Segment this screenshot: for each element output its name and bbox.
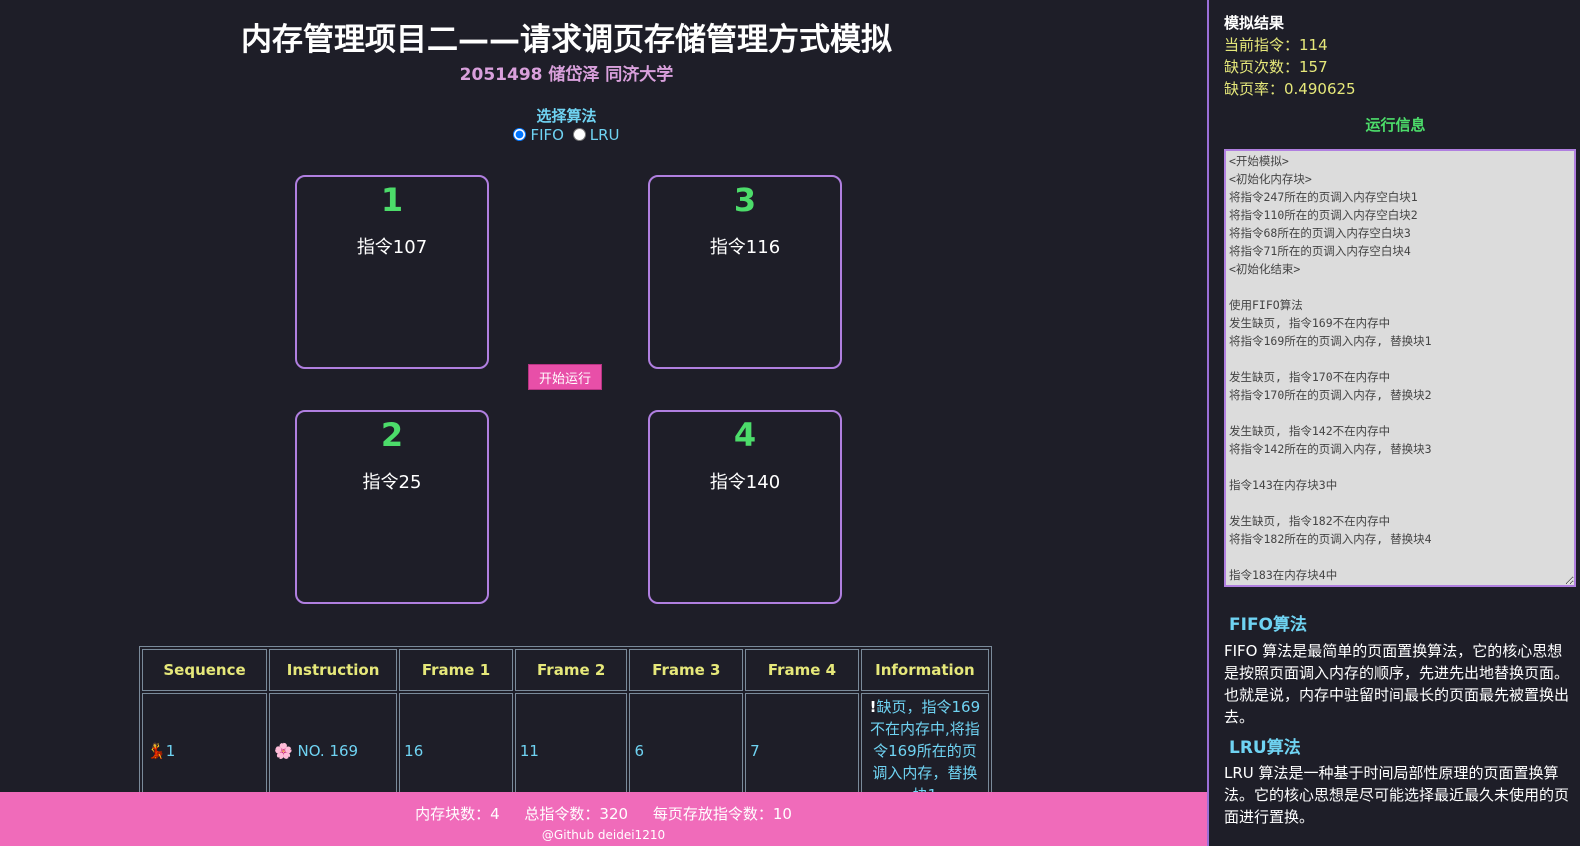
- frame-number: 3: [733, 181, 757, 219]
- frame-number: 2: [380, 416, 404, 454]
- column-header-sequence: Sequence: [142, 649, 268, 691]
- lru-radio[interactable]: [572, 128, 586, 141]
- algorithm-radio-group: FIFO LRU: [0, 126, 1133, 144]
- column-header-frame1: Frame 1: [399, 649, 513, 691]
- table-header-row: Sequence Instruction Frame 1 Frame 2 Fra…: [142, 649, 989, 691]
- column-header-instruction: Instruction: [269, 649, 398, 691]
- fifo-description: FIFO 算法是最简单的页面置换算法，它的核心思想是按照页面调入内存的顺序，先进…: [1224, 642, 1570, 726]
- memory-frame-1: 1 指令107: [295, 175, 489, 369]
- fifo-radio[interactable]: [513, 128, 527, 141]
- memory-frame-4: 4 指令140: [648, 410, 842, 604]
- execution-table: Sequence Instruction Frame 1 Frame 2 Fra…: [139, 646, 992, 812]
- lru-description: LRU 算法是一种基于时间局部性原理的页面置换算法。它的核心思想是尽可能选择最近…: [1224, 764, 1570, 826]
- lru-option[interactable]: LRU: [572, 126, 620, 144]
- column-header-frame3: Frame 3: [629, 649, 744, 691]
- frame-content: 指令25: [362, 472, 422, 493]
- frame-content: 指令107: [356, 237, 428, 258]
- frame-content: 指令140: [709, 472, 781, 493]
- footer-total-instructions: 总指令数：320: [524, 805, 629, 823]
- miss-count: 缺页次数：157: [1224, 58, 1328, 76]
- page-title: 内存管理项目二——请求调页存储管理方式模拟: [241, 22, 892, 58]
- main-panel: 内存管理项目二——请求调页存储管理方式模拟 2051498 储岱泽 同济大学 选…: [0, 0, 1207, 846]
- fifo-heading: FIFO算法: [1229, 615, 1308, 635]
- current-instruction: 当前指令：114: [1224, 36, 1328, 54]
- memory-frame-3: 3 指令116: [648, 175, 842, 369]
- footer-credit: @Github deidei1210: [541, 828, 666, 842]
- footer-stats: 内存块数：4 总指令数：320 每页存放指令数：10: [0, 803, 1207, 824]
- frame-number: 4: [733, 416, 757, 454]
- miss-rate: 缺页率：0.490625: [1224, 80, 1356, 98]
- fifo-option[interactable]: FIFO: [513, 126, 564, 144]
- column-header-information: Information: [860, 649, 989, 691]
- footer-bar: 内存块数：4 总指令数：320 每页存放指令数：10 @Github deide…: [0, 792, 1207, 846]
- start-run-button[interactable]: 开始运行: [528, 364, 602, 390]
- exclamation-icon: !: [869, 698, 877, 716]
- sidebar-panel: 模拟结果 当前指令：114 缺页次数：157 缺页率：0.490625 运行信息…: [1207, 0, 1580, 846]
- run-log-textarea[interactable]: [1224, 149, 1576, 587]
- lru-label: LRU: [589, 126, 620, 144]
- footer-per-page: 每页存放指令数：10: [652, 805, 792, 823]
- frame-content: 指令116: [709, 237, 781, 258]
- result-title: 模拟结果: [1224, 14, 1285, 32]
- frame-number: 1: [380, 181, 404, 219]
- column-header-frame4: Frame 4: [745, 649, 859, 691]
- page-subtitle: 2051498 储岱泽 同济大学: [459, 65, 674, 85]
- person-icon: 💃: [147, 742, 166, 760]
- lru-heading: LRU算法: [1229, 738, 1301, 758]
- fifo-label: FIFO: [530, 126, 564, 144]
- flower-icon: 🌸: [274, 742, 293, 760]
- run-info-title: 运行信息: [1365, 116, 1426, 134]
- footer-block-count: 内存块数：4: [415, 805, 500, 823]
- memory-frame-2: 2 指令25: [295, 410, 489, 604]
- algorithm-select-title: 选择算法: [536, 107, 597, 125]
- column-header-frame2: Frame 2: [514, 649, 628, 691]
